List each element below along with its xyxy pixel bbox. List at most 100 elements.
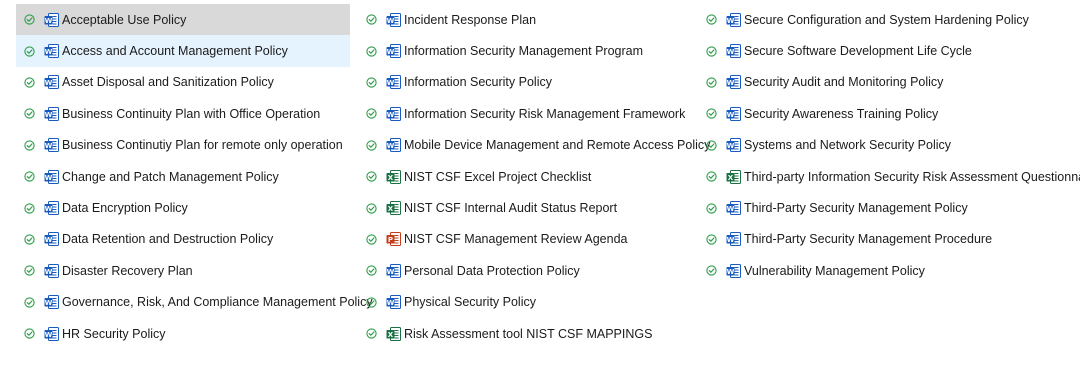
word-document-icon: W (44, 231, 60, 247)
file-name: Mobile Device Management and Remote Acce… (404, 138, 711, 153)
file-item[interactable]: W Systems and Network Security Policy (698, 130, 1048, 161)
file-item[interactable]: X Risk Assessment tool NIST CSF MAPPINGS (358, 318, 690, 349)
file-name: Data Encryption Policy (62, 201, 188, 216)
file-item[interactable]: W Security Awareness Training Policy (698, 98, 1048, 129)
file-name: Secure Configuration and System Hardenin… (744, 12, 1029, 27)
file-item[interactable]: W Mobile Device Management and Remote Acc… (358, 130, 710, 161)
file-item[interactable]: W Access and Account Management Policy (16, 35, 350, 67)
sync-status-check-icon (24, 328, 35, 339)
svg-text:W: W (45, 299, 53, 307)
file-item[interactable]: W Data Retention and Destruction Policy (16, 224, 350, 255)
word-document-icon: W (44, 326, 60, 342)
word-document-icon: W (726, 43, 742, 59)
file-item[interactable]: W Asset Disposal and Sanitization Policy (16, 67, 350, 98)
word-document-icon: W (726, 137, 742, 153)
word-document-icon: W (726, 200, 742, 216)
file-item[interactable]: W Governance, Risk, And Compliance Manage… (16, 287, 373, 318)
file-item[interactable]: W Secure Configuration and System Hardeni… (698, 4, 1048, 35)
file-item[interactable]: W Data Encryption Policy (16, 192, 350, 223)
svg-text:X: X (388, 173, 394, 181)
word-document-icon: W (44, 106, 60, 122)
svg-text:W: W (387, 79, 395, 87)
word-document-icon: W (44, 169, 60, 185)
file-item[interactable]: X NIST CSF Excel Project Checklist (358, 161, 690, 192)
sync-status-check-icon (706, 77, 717, 88)
file-item[interactable]: W Disaster Recovery Plan (16, 255, 350, 286)
file-item[interactable]: W Acceptable Use Policy (16, 4, 350, 36)
svg-text:W: W (45, 236, 53, 244)
word-document-icon: W (386, 137, 402, 153)
svg-text:X: X (728, 173, 734, 181)
file-name: Change and Patch Management Policy (62, 169, 279, 184)
powerpoint-presentation-icon: P (386, 231, 402, 247)
file-item[interactable]: W Third-Party Security Management Procedu… (698, 224, 1048, 255)
file-item[interactable]: W Business Continuity Plan with Office Op… (16, 98, 350, 129)
word-document-icon: W (386, 12, 402, 28)
svg-text:W: W (45, 268, 53, 276)
file-name: Security Awareness Training Policy (744, 106, 939, 121)
svg-text:W: W (727, 79, 735, 87)
sync-status-check-icon (366, 140, 377, 151)
svg-text:W: W (45, 79, 53, 87)
file-item[interactable]: W Physical Security Policy (358, 287, 690, 318)
sync-status-check-icon (366, 297, 377, 308)
excel-workbook-icon: X (386, 200, 402, 216)
excel-workbook-icon: X (386, 326, 402, 342)
word-document-icon: W (386, 106, 402, 122)
file-item[interactable]: W Information Security Risk Management Fr… (358, 98, 690, 129)
file-name: Acceptable Use Policy (62, 12, 187, 27)
file-item[interactable]: W Business Continutiy Plan for remote onl… (16, 130, 350, 161)
sync-status-check-icon (24, 234, 35, 245)
file-name: Third-Party Security Management Procedur… (744, 232, 993, 247)
sync-status-check-icon (706, 14, 717, 25)
file-name: Personal Data Protection Policy (404, 263, 580, 278)
word-document-icon: W (44, 137, 60, 153)
file-name: NIST CSF Management Review Agenda (404, 232, 628, 247)
word-document-icon: W (44, 74, 60, 90)
file-name: HR Security Policy (62, 326, 166, 341)
sync-status-check-icon (366, 171, 377, 182)
file-item[interactable]: W Information Security Policy (358, 67, 690, 98)
sync-status-check-icon (24, 108, 35, 120)
svg-text:X: X (388, 205, 394, 213)
word-document-icon: W (386, 43, 402, 59)
file-item[interactable]: X Third-party Information Security Risk A… (698, 161, 1080, 192)
svg-text:W: W (727, 142, 735, 150)
word-document-icon: W (44, 43, 60, 59)
svg-text:W: W (45, 205, 53, 213)
word-document-icon: W (386, 263, 402, 279)
word-document-icon: W (44, 12, 60, 28)
word-document-icon: W (44, 294, 60, 310)
sync-status-check-icon (706, 108, 717, 120)
file-name: Third-party Information Security Risk As… (744, 169, 1080, 184)
sync-status-check-icon (706, 140, 717, 151)
svg-text:W: W (727, 268, 735, 276)
file-item[interactable]: W Change and Patch Management Policy (16, 161, 350, 192)
sync-status-check-icon (24, 265, 35, 276)
file-name: Secure Software Development Life Cycle (744, 44, 972, 59)
file-item[interactable]: W Information Security Management Program (358, 35, 690, 66)
svg-text:W: W (727, 205, 735, 213)
file-name: Systems and Network Security Policy (744, 138, 952, 153)
file-item[interactable]: W Incident Response Plan (358, 4, 690, 35)
file-item[interactable]: W Secure Software Development Life Cycle (698, 35, 1048, 66)
sync-status-check-icon (24, 14, 35, 25)
svg-text:W: W (45, 16, 53, 24)
file-item[interactable]: X NIST CSF Internal Audit Status Report (358, 192, 690, 223)
file-item[interactable]: W Third-Party Security Management Policy (698, 192, 1048, 223)
file-item[interactable]: W Personal Data Protection Policy (358, 255, 690, 286)
file-name: Vulnerability Management Policy (744, 263, 925, 278)
file-item[interactable]: W Security Audit and Monitoring Policy (698, 67, 1048, 98)
excel-workbook-icon: X (726, 169, 742, 185)
svg-text:P: P (388, 236, 393, 244)
file-item[interactable]: W HR Security Policy (16, 318, 350, 349)
word-document-icon: W (44, 200, 60, 216)
svg-text:X: X (388, 330, 394, 338)
file-name: Disaster Recovery Plan (62, 263, 193, 278)
word-document-icon: W (386, 74, 402, 90)
file-item[interactable]: W Vulnerability Management Policy (698, 255, 1048, 286)
file-name: Physical Security Policy (404, 295, 536, 310)
file-item[interactable]: P NIST CSF Management Review Agenda (358, 224, 690, 255)
file-name: NIST CSF Internal Audit Status Report (404, 201, 618, 216)
word-document-icon: W (386, 294, 402, 310)
